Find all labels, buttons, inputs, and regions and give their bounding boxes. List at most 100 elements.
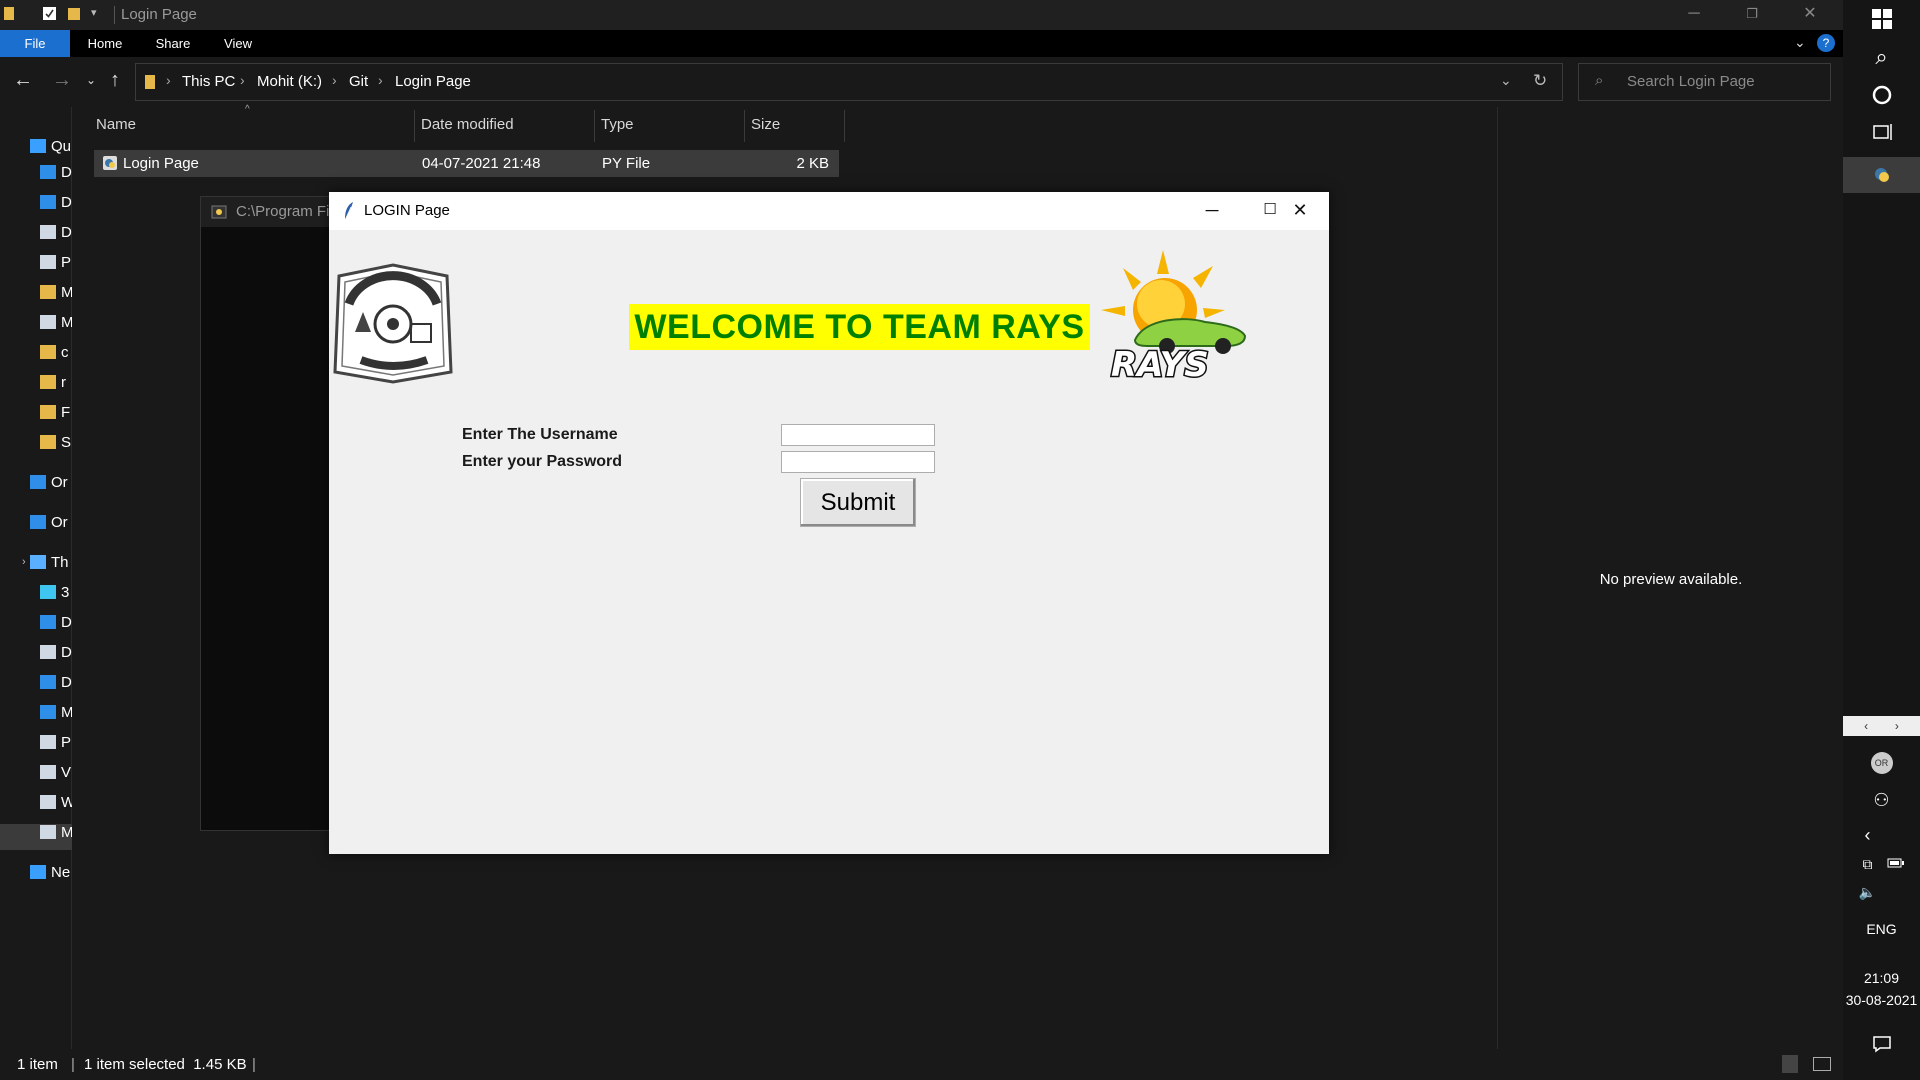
column-divider[interactable] <box>844 110 845 142</box>
refresh-icon[interactable]: ↻ <box>1533 71 1547 91</box>
people-icon[interactable]: ⚇ <box>1843 790 1920 811</box>
nav-item[interactable]: P <box>40 254 72 280</box>
drive-icon <box>40 315 56 329</box>
nav-item[interactable]: Qu <box>30 138 72 164</box>
nav-item-label: Ne <box>51 864 71 881</box>
task-view-icon[interactable] <box>1843 122 1920 145</box>
nav-item[interactable]: D <box>40 224 72 250</box>
nav-item[interactable]: M <box>40 704 72 730</box>
nav-item[interactable]: c <box>40 344 72 370</box>
nav-item-label: Or <box>51 514 68 531</box>
nav-item-label: M <box>61 824 72 841</box>
tab-view[interactable]: View <box>213 30 263 57</box>
customize-toolbar-icon[interactable]: ▾ <box>91 6 106 21</box>
nav-item[interactable]: D <box>40 674 72 700</box>
column-header-size[interactable]: Size <box>751 116 780 133</box>
search-icon[interactable]: ⌕ <box>1843 44 1920 70</box>
nav-item-label: D <box>61 614 72 631</box>
tab-file[interactable]: File <box>0 30 70 57</box>
python-taskbar-app-icon[interactable] <box>1843 157 1920 193</box>
network-icon <box>30 865 46 879</box>
breadcrumb-login-page[interactable]: Login Page <box>395 73 471 90</box>
notification-center-icon[interactable] <box>1843 1035 1920 1056</box>
submit-button[interactable]: Submit <box>800 478 916 527</box>
tab-share[interactable]: Share <box>148 30 198 57</box>
nav-item[interactable]: S <box>40 434 72 460</box>
details-view-icon[interactable] <box>1782 1055 1798 1073</box>
taskbar-scroll-control[interactable]: ‹ › <box>1843 716 1920 736</box>
nav-item[interactable]: D <box>40 194 72 220</box>
forward-arrow-icon[interactable]: → <box>52 69 72 91</box>
large-icons-view-icon[interactable] <box>1813 1057 1831 1071</box>
nav-item[interactable]: M <box>0 824 72 850</box>
breadcrumb-separator-icon: › <box>332 72 337 88</box>
up-arrow-icon[interactable]: ↑ <box>110 69 120 91</box>
nav-item-label: Or <box>51 474 68 491</box>
ribbon-tabs: File Home Share View ⌄ ? <box>0 30 1843 57</box>
address-dropdown-icon[interactable]: ⌄ <box>1500 72 1512 89</box>
nav-item[interactable]: 3 <box>40 584 72 610</box>
nav-item[interactable]: D <box>40 614 72 640</box>
console-window[interactable]: C:\Program Fi <box>200 196 336 831</box>
nav-item[interactable]: M <box>40 284 72 310</box>
back-arrow-icon[interactable]: ← <box>13 69 33 91</box>
tab-home[interactable]: Home <box>80 30 130 57</box>
new-folder-icon[interactable] <box>67 6 82 21</box>
breadcrumb-git[interactable]: Git <box>349 73 368 90</box>
battery-icon[interactable] <box>1857 856 1920 872</box>
clock-time[interactable]: 21:09 <box>1843 970 1920 986</box>
nav-item[interactable]: M <box>40 314 72 340</box>
help-icon[interactable]: ? <box>1817 34 1835 52</box>
column-header-date-modified[interactable]: Date modified <box>421 116 514 133</box>
cloud-icon <box>30 515 46 529</box>
nav-item[interactable]: r <box>40 374 72 400</box>
status-bar: 1 item | 1 item selected 1.45 KB | <box>0 1049 1843 1080</box>
windows-start-icon[interactable] <box>1843 8 1920 33</box>
nav-item[interactable]: V <box>40 764 72 790</box>
restore-button[interactable]: ❐ <box>1723 0 1781 30</box>
nav-item-label: Th <box>51 554 69 571</box>
nav-item-label: D <box>61 194 72 211</box>
column-header-type[interactable]: Type <box>601 116 634 133</box>
username-field[interactable] <box>781 424 935 446</box>
breadcrumb-this-pc[interactable]: This PC <box>182 73 235 90</box>
close-button[interactable]: ✕ <box>1271 192 1329 230</box>
institute-emblem-logo <box>331 262 455 387</box>
recent-locations-icon[interactable]: ⌄ <box>86 69 96 91</box>
expand-ribbon-icon[interactable]: ⌄ <box>1794 34 1806 51</box>
minimize-button[interactable]: ─ <box>1183 192 1241 230</box>
avatar[interactable]: OR <box>1843 752 1920 774</box>
clock-date[interactable]: 30-08-2021 <box>1843 992 1920 1008</box>
column-divider[interactable] <box>594 110 595 142</box>
nav-item-label: S <box>61 434 72 451</box>
nav-item[interactable]: W <box>40 794 72 820</box>
column-divider[interactable] <box>414 110 415 142</box>
address-bar[interactable]: › This PC › Mohit (K:) › Git › Login Pag… <box>135 63 1563 101</box>
nav-item[interactable]: F <box>40 404 72 430</box>
welcome-banner: WELCOME TO TEAM RAYS <box>629 304 1090 350</box>
nav-item[interactable]: P <box>40 734 72 760</box>
nav-item[interactable]: D <box>40 644 72 670</box>
drive-icon <box>40 825 56 839</box>
folder-icon <box>40 405 56 419</box>
show-hidden-icons-chevron-icon[interactable]: ‹ <box>1829 825 1906 846</box>
nav-item[interactable]: Or <box>30 474 72 500</box>
nav-item[interactable]: D <box>40 164 72 190</box>
breadcrumb-drive[interactable]: Mohit (K:) <box>257 73 322 90</box>
language-indicator[interactable]: ENG <box>1843 921 1920 937</box>
close-button[interactable]: ✕ <box>1781 0 1839 30</box>
download-icon <box>40 675 56 689</box>
minimize-button[interactable]: ─ <box>1665 0 1723 30</box>
file-row[interactable]: Login Page 04-07-2021 21:48 PY File 2 KB <box>94 150 839 177</box>
column-divider[interactable] <box>744 110 745 142</box>
volume-icon[interactable]: 🔈 <box>1829 884 1906 901</box>
nav-item[interactable]: Ne <box>30 864 72 890</box>
search-input[interactable]: ⌕ Search Login Page <box>1578 63 1831 101</box>
column-header-name[interactable]: Name <box>96 116 136 133</box>
expand-arrow-icon[interactable]: › <box>22 556 26 568</box>
nav-item[interactable]: Th <box>30 554 72 580</box>
cortana-icon[interactable] <box>1843 84 1920 109</box>
nav-item[interactable]: Or <box>30 514 72 540</box>
password-field[interactable] <box>781 451 935 473</box>
properties-icon[interactable] <box>42 6 57 21</box>
